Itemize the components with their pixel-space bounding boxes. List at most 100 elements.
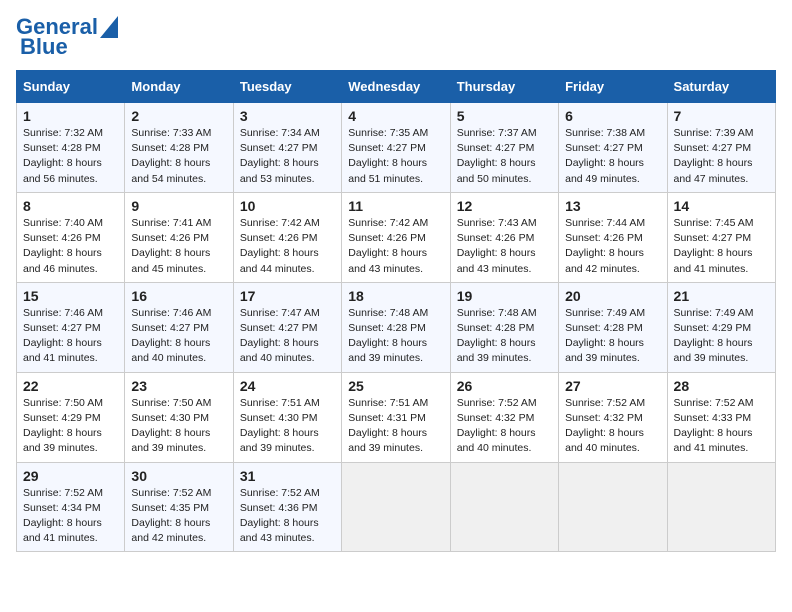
calendar-cell: 16 Sunrise: 7:46 AM Sunset: 4:27 PM Dayl… (125, 282, 233, 372)
col-header-monday: Monday (125, 71, 233, 103)
calendar-cell: 8 Sunrise: 7:40 AM Sunset: 4:26 PM Dayli… (17, 192, 125, 282)
logo: General Blue (16, 16, 118, 58)
cell-content: Sunrise: 7:52 AM Sunset: 4:32 PM Dayligh… (565, 396, 660, 457)
sunrise-text: Sunrise: 7:32 AM (23, 127, 103, 139)
daylight-text: Daylight: 8 hours and 49 minutes. (565, 157, 644, 184)
daylight-text: Daylight: 8 hours and 43 minutes. (240, 517, 319, 544)
day-number: 13 (565, 198, 660, 214)
daylight-text: Daylight: 8 hours and 39 minutes. (457, 337, 536, 364)
sunrise-text: Sunrise: 7:50 AM (131, 397, 211, 409)
cell-content: Sunrise: 7:39 AM Sunset: 4:27 PM Dayligh… (674, 126, 769, 187)
sunset-text: Sunset: 4:27 PM (131, 322, 209, 334)
sunset-text: Sunset: 4:28 PM (348, 322, 426, 334)
calendar-cell: 26 Sunrise: 7:52 AM Sunset: 4:32 PM Dayl… (450, 372, 558, 462)
sunrise-text: Sunrise: 7:51 AM (240, 397, 320, 409)
day-number: 19 (457, 288, 552, 304)
cell-content: Sunrise: 7:44 AM Sunset: 4:26 PM Dayligh… (565, 216, 660, 277)
sunrise-text: Sunrise: 7:35 AM (348, 127, 428, 139)
daylight-text: Daylight: 8 hours and 39 minutes. (131, 427, 210, 454)
calendar-cell: 11 Sunrise: 7:42 AM Sunset: 4:26 PM Dayl… (342, 192, 450, 282)
daylight-text: Daylight: 8 hours and 40 minutes. (240, 337, 319, 364)
sunrise-text: Sunrise: 7:52 AM (240, 487, 320, 499)
cell-content: Sunrise: 7:49 AM Sunset: 4:29 PM Dayligh… (674, 306, 769, 367)
col-header-tuesday: Tuesday (233, 71, 341, 103)
calendar-table: SundayMondayTuesdayWednesdayThursdayFrid… (16, 70, 776, 552)
sunset-text: Sunset: 4:30 PM (240, 412, 318, 424)
logo-blue: Blue (20, 36, 68, 58)
day-number: 21 (674, 288, 769, 304)
cell-content: Sunrise: 7:50 AM Sunset: 4:29 PM Dayligh… (23, 396, 118, 457)
day-number: 16 (131, 288, 226, 304)
calendar-week-row: 29 Sunrise: 7:52 AM Sunset: 4:34 PM Dayl… (17, 462, 776, 552)
day-number: 27 (565, 378, 660, 394)
sunset-text: Sunset: 4:32 PM (457, 412, 535, 424)
cell-content: Sunrise: 7:37 AM Sunset: 4:27 PM Dayligh… (457, 126, 552, 187)
sunset-text: Sunset: 4:27 PM (565, 142, 643, 154)
calendar-cell: 19 Sunrise: 7:48 AM Sunset: 4:28 PM Dayl… (450, 282, 558, 372)
sunrise-text: Sunrise: 7:51 AM (348, 397, 428, 409)
day-number: 9 (131, 198, 226, 214)
col-header-thursday: Thursday (450, 71, 558, 103)
daylight-text: Daylight: 8 hours and 43 minutes. (457, 247, 536, 274)
day-number: 15 (23, 288, 118, 304)
day-number: 30 (131, 468, 226, 484)
sunset-text: Sunset: 4:29 PM (23, 412, 101, 424)
col-header-wednesday: Wednesday (342, 71, 450, 103)
cell-content: Sunrise: 7:48 AM Sunset: 4:28 PM Dayligh… (348, 306, 443, 367)
calendar-week-row: 1 Sunrise: 7:32 AM Sunset: 4:28 PM Dayli… (17, 103, 776, 193)
day-number: 6 (565, 108, 660, 124)
sunset-text: Sunset: 4:28 PM (131, 142, 209, 154)
sunrise-text: Sunrise: 7:49 AM (565, 307, 645, 319)
sunset-text: Sunset: 4:27 PM (23, 322, 101, 334)
sunrise-text: Sunrise: 7:33 AM (131, 127, 211, 139)
cell-content: Sunrise: 7:51 AM Sunset: 4:31 PM Dayligh… (348, 396, 443, 457)
sunrise-text: Sunrise: 7:48 AM (457, 307, 537, 319)
cell-content: Sunrise: 7:33 AM Sunset: 4:28 PM Dayligh… (131, 126, 226, 187)
calendar-cell: 2 Sunrise: 7:33 AM Sunset: 4:28 PM Dayli… (125, 103, 233, 193)
day-number: 3 (240, 108, 335, 124)
daylight-text: Daylight: 8 hours and 53 minutes. (240, 157, 319, 184)
cell-content: Sunrise: 7:46 AM Sunset: 4:27 PM Dayligh… (23, 306, 118, 367)
sunset-text: Sunset: 4:26 PM (457, 232, 535, 244)
calendar-cell: 20 Sunrise: 7:49 AM Sunset: 4:28 PM Dayl… (559, 282, 667, 372)
cell-content: Sunrise: 7:46 AM Sunset: 4:27 PM Dayligh… (131, 306, 226, 367)
sunset-text: Sunset: 4:33 PM (674, 412, 752, 424)
calendar-cell (342, 462, 450, 552)
sunrise-text: Sunrise: 7:45 AM (674, 217, 754, 229)
daylight-text: Daylight: 8 hours and 54 minutes. (131, 157, 210, 184)
cell-content: Sunrise: 7:52 AM Sunset: 4:36 PM Dayligh… (240, 486, 335, 547)
daylight-text: Daylight: 8 hours and 50 minutes. (457, 157, 536, 184)
calendar-cell: 12 Sunrise: 7:43 AM Sunset: 4:26 PM Dayl… (450, 192, 558, 282)
cell-content: Sunrise: 7:50 AM Sunset: 4:30 PM Dayligh… (131, 396, 226, 457)
calendar-cell: 29 Sunrise: 7:52 AM Sunset: 4:34 PM Dayl… (17, 462, 125, 552)
sunset-text: Sunset: 4:34 PM (23, 502, 101, 514)
calendar-cell: 14 Sunrise: 7:45 AM Sunset: 4:27 PM Dayl… (667, 192, 775, 282)
day-number: 8 (23, 198, 118, 214)
calendar-cell: 5 Sunrise: 7:37 AM Sunset: 4:27 PM Dayli… (450, 103, 558, 193)
calendar-cell (667, 462, 775, 552)
sunrise-text: Sunrise: 7:42 AM (348, 217, 428, 229)
sunrise-text: Sunrise: 7:44 AM (565, 217, 645, 229)
day-number: 14 (674, 198, 769, 214)
calendar-cell: 15 Sunrise: 7:46 AM Sunset: 4:27 PM Dayl… (17, 282, 125, 372)
sunrise-text: Sunrise: 7:34 AM (240, 127, 320, 139)
sunrise-text: Sunrise: 7:37 AM (457, 127, 537, 139)
daylight-text: Daylight: 8 hours and 39 minutes. (240, 427, 319, 454)
daylight-text: Daylight: 8 hours and 41 minutes. (23, 517, 102, 544)
calendar-cell: 28 Sunrise: 7:52 AM Sunset: 4:33 PM Dayl… (667, 372, 775, 462)
cell-content: Sunrise: 7:34 AM Sunset: 4:27 PM Dayligh… (240, 126, 335, 187)
sunset-text: Sunset: 4:28 PM (457, 322, 535, 334)
calendar-cell: 21 Sunrise: 7:49 AM Sunset: 4:29 PM Dayl… (667, 282, 775, 372)
sunrise-text: Sunrise: 7:46 AM (131, 307, 211, 319)
day-number: 24 (240, 378, 335, 394)
sunset-text: Sunset: 4:31 PM (348, 412, 426, 424)
cell-content: Sunrise: 7:49 AM Sunset: 4:28 PM Dayligh… (565, 306, 660, 367)
daylight-text: Daylight: 8 hours and 39 minutes. (565, 337, 644, 364)
sunrise-text: Sunrise: 7:41 AM (131, 217, 211, 229)
cell-content: Sunrise: 7:52 AM Sunset: 4:35 PM Dayligh… (131, 486, 226, 547)
sunrise-text: Sunrise: 7:42 AM (240, 217, 320, 229)
sunrise-text: Sunrise: 7:52 AM (131, 487, 211, 499)
daylight-text: Daylight: 8 hours and 43 minutes. (348, 247, 427, 274)
cell-content: Sunrise: 7:40 AM Sunset: 4:26 PM Dayligh… (23, 216, 118, 277)
calendar-cell: 22 Sunrise: 7:50 AM Sunset: 4:29 PM Dayl… (17, 372, 125, 462)
